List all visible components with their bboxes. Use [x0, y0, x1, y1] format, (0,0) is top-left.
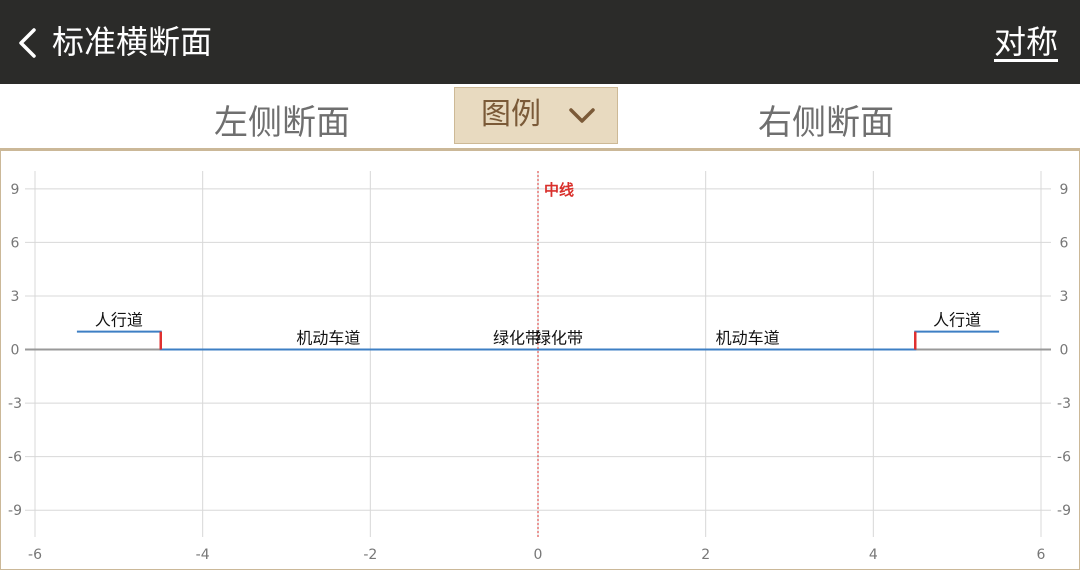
y-tick-label-right: -6	[1057, 450, 1071, 466]
y-tick-label-left: 6	[11, 235, 20, 251]
page-title: 标准横断面	[52, 23, 213, 61]
x-tick-label: -4	[196, 547, 210, 563]
x-tick-label: -2	[363, 547, 377, 563]
chevron-left-icon[interactable]	[14, 26, 42, 60]
legend-label: 图例	[481, 97, 541, 132]
y-tick-label-right: 6	[1060, 235, 1069, 251]
y-tick-label-right: 0	[1060, 343, 1069, 359]
y-tick-label-right: 9	[1060, 182, 1069, 198]
segment-label: 机动车道	[296, 329, 360, 348]
segment-label: 人行道	[933, 311, 981, 330]
y-tick-label-right: -9	[1057, 503, 1071, 519]
centerline-label: 中线	[544, 181, 574, 199]
segment-label: 机动车道	[716, 329, 780, 348]
symmetric-button[interactable]: 对称	[994, 20, 1058, 64]
section-tab-bar: 左侧断面 图例 右侧断面	[0, 84, 1080, 150]
y-tick-label-right: -3	[1057, 396, 1071, 412]
x-tick-label: 4	[869, 547, 878, 563]
cross-section-chart-panel: -6 -4 -2 0 2 4 6 9 9 6 6 3 3 0 0 -3 -3 -6 -6 -9 -9 中线人行道机动车道 绿…	[0, 150, 1080, 570]
x-tick-label: 2	[701, 547, 710, 563]
y-tick-label-left: 0	[11, 343, 20, 359]
tab-left-section[interactable]: 左侧断面	[214, 100, 350, 146]
chevron-down-icon	[569, 108, 595, 123]
cross-section-chart[interactable]: -6 -4 -2 0 2 4 6 9 9 6 6 3 3 0 0 -3 -3 -6 -6 -9 -9 中线人行道机动车道 绿…	[1, 151, 1079, 569]
y-tick-label-left: 3	[11, 289, 20, 305]
segment-label: 人行道	[95, 311, 143, 330]
x-tick-label: -6	[28, 547, 42, 563]
x-tick-label: 0	[534, 547, 543, 563]
y-tick-label-right: 3	[1060, 289, 1069, 305]
x-tick-label: 6	[1037, 547, 1046, 563]
y-tick-label-left: -9	[8, 503, 22, 519]
y-tick-label-left: -3	[8, 396, 22, 412]
y-tick-label-left: -6	[8, 450, 22, 466]
top-app-bar: 标准横断面 对称	[0, 0, 1080, 84]
y-tick-label-left: 9	[11, 182, 20, 198]
legend-dropdown-button[interactable]: 图例	[454, 87, 618, 144]
tab-right-section[interactable]: 右侧断面	[758, 100, 894, 146]
segment-label: 绿化带	[493, 329, 541, 348]
segment-label: 绿化带	[535, 329, 583, 348]
